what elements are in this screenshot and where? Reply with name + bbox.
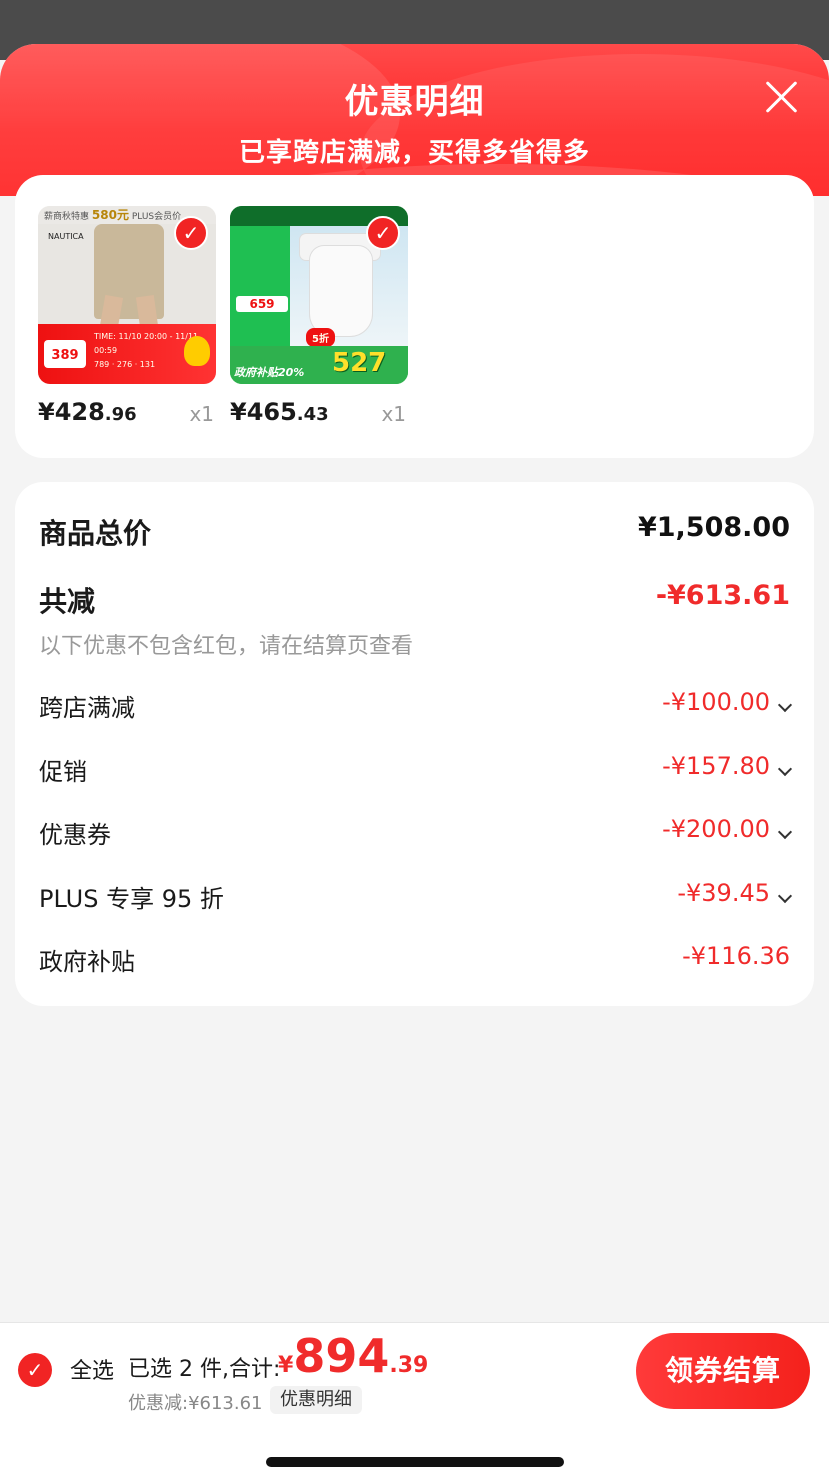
total-row: 商品总价 ¥1,508.00 <box>39 512 790 552</box>
total-label: 商品总价 <box>39 517 152 550</box>
thumb-discount: 5折 <box>306 328 335 347</box>
reduce-label: 共减 <box>39 585 96 618</box>
checkout-button[interactable]: 领券结算 <box>636 1333 810 1409</box>
thumb-price: 659 <box>236 296 288 312</box>
selected-check-icon[interactable]: ✓ <box>174 216 208 250</box>
sheet-title: 优惠明细 <box>344 82 485 122</box>
product-price: ¥428.96 <box>38 398 137 426</box>
brand-logo: NAUTICA <box>48 232 84 241</box>
price-summary-card: 商品总价 ¥1,508.00 共减 -¥613.61 以下优惠不包含红包，请在结… <box>15 482 814 1006</box>
product-list-card: 薪商秋特惠 580元 PLUS会员价 NAUTICA 389 TIME: 11/… <box>15 175 814 458</box>
discount-line[interactable]: 促销 -¥157.80 <box>39 752 793 788</box>
product-item[interactable]: 薪商秋特惠 580元 PLUS会员价 NAUTICA 389 TIME: 11/… <box>38 206 216 426</box>
thumb-gov-subsidy: 政府补贴20% <box>234 366 305 379</box>
saved-amount: 优惠减:¥613.61 <box>128 1393 263 1414</box>
discount-note: 以下优惠不包含红包，请在结算页查看 <box>39 634 414 659</box>
discount-line[interactable]: 优惠券 -¥200.00 <box>39 815 793 851</box>
product-image[interactable]: 659 5折 政府补贴20% 527 ✓ <box>230 206 408 384</box>
product-price: ¥465.43 <box>230 398 329 426</box>
discount-line[interactable]: 跨店满减 -¥100.00 <box>39 688 793 724</box>
thumb-big-price: 527 <box>332 348 387 378</box>
selected-check-icon[interactable]: ✓ <box>366 216 400 250</box>
discount-detail-button[interactable]: 优惠明细 <box>270 1386 362 1414</box>
discount-line[interactable]: PLUS 专享 95 折 -¥39.45 <box>39 879 793 915</box>
total-value: ¥1,508.00 <box>637 512 790 543</box>
sheet-header: 优惠明细 已享跨店满减，买得多省得多 <box>0 44 829 196</box>
reduce-row: 共减 -¥613.61 <box>39 580 790 620</box>
total-amount: ¥894.39 <box>278 1329 429 1383</box>
reduce-value: -¥613.61 <box>655 580 790 611</box>
home-indicator[interactable] <box>266 1457 564 1467</box>
product-qty: x1 <box>189 402 214 426</box>
sheet-subtitle: 已享跨店满减，买得多省得多 <box>238 138 590 168</box>
select-all-label[interactable]: 全选 <box>70 1353 114 1385</box>
discount-line: 政府补贴 -¥116.36 <box>39 942 790 976</box>
select-all-check-icon[interactable]: ✓ <box>18 1353 52 1387</box>
picked-count: 已选 2 件,合计: <box>128 1357 281 1382</box>
product-item[interactable]: 659 5折 政府补贴20% 527 ✓ ¥465.43 x1 <box>230 206 408 426</box>
product-image[interactable]: 薪商秋特惠 580元 PLUS会员价 NAUTICA 389 TIME: 11/… <box>38 206 216 384</box>
close-icon[interactable] <box>760 76 802 118</box>
product-qty: x1 <box>381 402 406 426</box>
fire-icon <box>184 336 210 366</box>
checkout-bar: ✓ 全选 已选 2 件,合计: ¥894.39 优惠减:¥613.61 优惠明细… <box>0 1323 829 1483</box>
thumb-price: 389 <box>44 340 86 368</box>
